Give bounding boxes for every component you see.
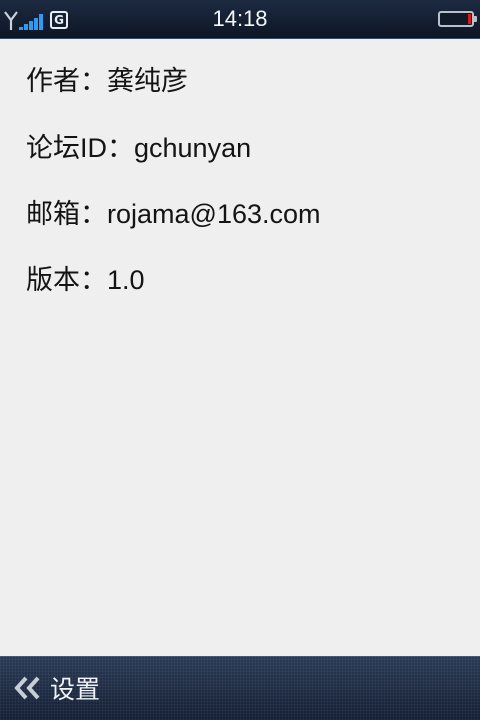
status-clock: 14:18 [212,6,268,31]
status-bar: G 14:18 [0,0,480,39]
battery-icon [438,11,477,27]
about-screen: G 14:18 作者：龚纯彦 论坛ID：gchunyan 邮箱：rojama@1… [0,0,480,720]
email-text: 邮箱：rojama@163.com [26,199,321,229]
battery-level [468,14,471,24]
back-button[interactable]: 设置 [12,665,100,711]
author-text: 作者：龚纯彦 [26,66,188,96]
double-chevron-left-icon [14,676,40,700]
bottom-toolbar: 设置 [0,656,480,720]
back-button-label: 设置 [50,676,101,704]
version-text: 版本：1.0 [26,265,145,295]
forum-id-text: 论坛ID：gchunyan [26,133,252,163]
